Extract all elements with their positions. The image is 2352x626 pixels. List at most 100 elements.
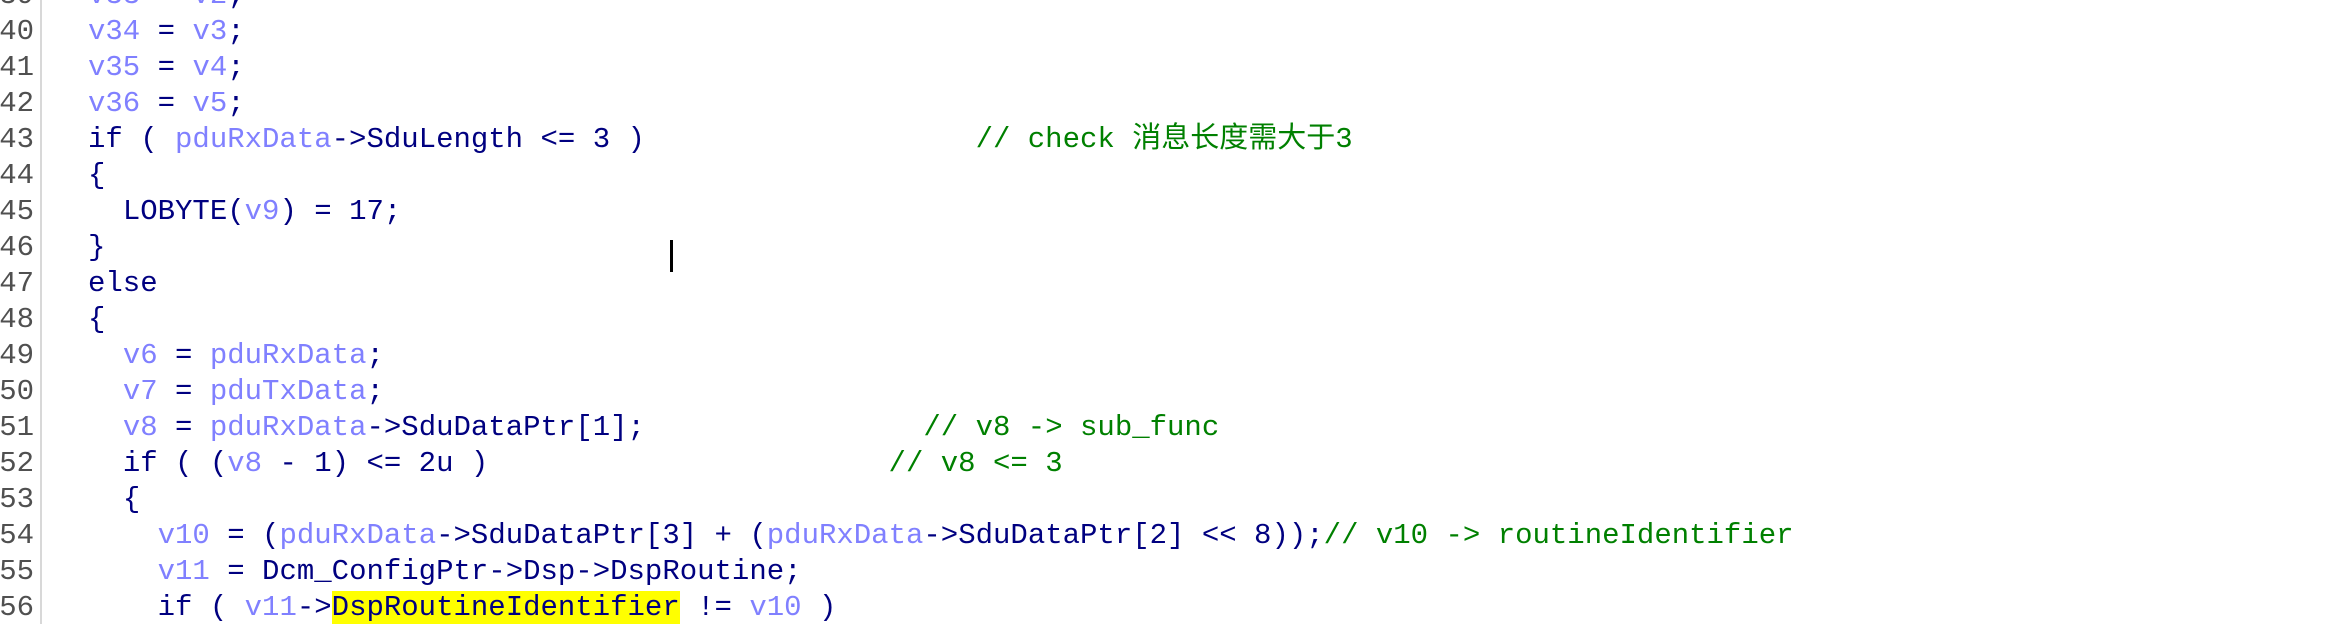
code-line[interactable]: 39 v33 = v2; <box>0 0 2352 14</box>
line-number: 47 <box>0 267 34 300</box>
code-line[interactable]: 40 v34 = v3; <box>0 14 2352 50</box>
code-token: v11 <box>244 591 297 624</box>
code-text: LOBYTE(v9) = 17; <box>88 194 401 230</box>
code-token: = <box>140 0 192 12</box>
line-number: 45 <box>0 195 34 228</box>
code-token: v34 <box>88 15 141 48</box>
code-token: ; <box>227 87 245 120</box>
code-token: v33 <box>88 0 140 12</box>
code-text: v10 = (pduRxData->SduDataPtr[3] + (pduRx… <box>88 518 1794 554</box>
code-token: v8 <box>122 411 158 444</box>
code-text: if ( v11->DspRoutineIdentifier != v10 ) <box>88 590 836 626</box>
code-line[interactable]: 48 { <box>0 302 2352 338</box>
code-text: { <box>88 482 140 518</box>
line-number: 53 <box>0 483 34 516</box>
code-token: ->SduDataPtr[2] << 8)); <box>923 519 1324 552</box>
line-number: 43 <box>0 123 34 156</box>
line-number: 49 <box>0 339 34 372</box>
line-number: 48 <box>0 303 34 336</box>
line-number: 56 <box>0 591 34 624</box>
line-number: 50 <box>0 375 34 408</box>
code-line[interactable]: 49 v6 = pduRxData; <box>0 338 2352 374</box>
code-token: v3 <box>192 15 228 48</box>
code-line[interactable]: 42 v36 = v5; <box>0 86 2352 122</box>
code-token: v5 <box>192 87 228 120</box>
code-token: if ( <box>157 591 245 624</box>
code-token: v10 <box>157 519 210 552</box>
line-number: 52 <box>0 447 34 480</box>
line-number: 39 <box>0 0 34 14</box>
code-token: = <box>140 87 193 120</box>
code-token: if ( ( <box>122 447 228 480</box>
line-number: 51 <box>0 411 34 444</box>
code-token: pduRxData <box>209 339 367 372</box>
code-text: v33 = v2; <box>88 0 245 14</box>
code-token: v4 <box>192 51 228 84</box>
code-token: = ( <box>209 519 280 552</box>
code-token: { <box>88 159 106 192</box>
code-token: ; <box>227 0 244 12</box>
code-token: pduRxData <box>279 519 437 552</box>
code-text: v7 = pduTxData; <box>88 374 384 410</box>
code-token: pduTxData <box>209 375 367 408</box>
code-line[interactable]: 45 LOBYTE(v9) = 17; <box>0 194 2352 230</box>
code-token: pduRxData <box>175 123 332 156</box>
code-token: != <box>679 591 750 624</box>
code-line[interactable]: 43 if ( pduRxData->SduLength <= 3 ) // ch… <box>0 122 2352 158</box>
code-line[interactable]: 50 v7 = pduTxData; <box>0 374 2352 410</box>
line-number: 42 <box>0 87 34 120</box>
code-line[interactable]: 52 if ( (v8 - 1) <= 2u ) // v8 <= 3 <box>0 446 2352 482</box>
code-token: v35 <box>88 51 141 84</box>
code-line[interactable]: 53 { <box>0 482 2352 518</box>
code-text: { <box>88 158 105 194</box>
code-token: LOBYTE( <box>122 195 245 228</box>
code-line[interactable]: 44 { <box>0 158 2352 194</box>
code-line[interactable]: 46} <box>0 230 2352 266</box>
code-line[interactable]: 47 else <box>0 266 2352 302</box>
line-number: 46 <box>0 231 34 264</box>
code-token: v6 <box>122 339 158 372</box>
code-text: v36 = v5; <box>88 86 245 122</box>
code-comment: // check 消息长度需大于3 <box>644 123 1353 156</box>
code-line[interactable]: 56 if ( v11->DspRoutineIdentifier != v10… <box>0 590 2352 626</box>
code-token: ) = 17; <box>279 195 402 228</box>
line-number: 54 <box>0 519 34 552</box>
code-token: if ( <box>88 123 176 156</box>
code-text: v11 = Dcm_ConfigPtr->Dsp->DspRoutine; <box>88 554 802 590</box>
code-text: if ( pduRxData->SduLength <= 3 ) // chec… <box>88 122 1353 158</box>
code-token: v11 <box>157 555 210 588</box>
line-number: 55 <box>0 555 34 588</box>
highlighted-identifier: DspRoutineIdentifier <box>331 591 680 624</box>
code-text: v34 = v3; <box>88 14 245 50</box>
code-text: { <box>88 302 105 338</box>
code-token: v36 <box>88 87 141 120</box>
code-token: ; <box>366 339 384 372</box>
code-comment: // v8 -> sub_func <box>644 411 1220 444</box>
line-number: 41 <box>0 51 34 84</box>
code-token: ; <box>227 15 245 48</box>
code-line[interactable]: 51 v8 = pduRxData->SduDataPtr[1]; // v8 … <box>0 410 2352 446</box>
code-line[interactable]: 54 v10 = (pduRxData->SduDataPtr[3] + (pd… <box>0 518 2352 554</box>
code-editor[interactable]: 39 v33 = v2; 40 v34 = v3; 41 v35 = v4; 42 v36 =… <box>0 0 2352 624</box>
code-token: = Dcm_ConfigPtr->Dsp->DspRoutine; <box>209 555 802 588</box>
code-line[interactable]: 55 v11 = Dcm_ConfigPtr->Dsp->DspRoutine; <box>0 554 2352 590</box>
code-token: else <box>88 267 158 300</box>
code-token: - 1) <= 2u ) <box>262 447 489 480</box>
code-text: v6 = pduRxData; <box>88 338 384 374</box>
code-token: ; <box>366 375 384 408</box>
code-token: ) <box>801 591 837 624</box>
code-token: v8 <box>227 447 263 480</box>
code-token: { <box>122 483 141 516</box>
code-text: v8 = pduRxData->SduDataPtr[1]; // v8 -> … <box>88 410 1219 446</box>
code-line[interactable]: 41 v35 = v4; <box>0 50 2352 86</box>
code-token: ->SduDataPtr[1]; <box>366 411 645 444</box>
code-token: ->SduDataPtr[3] + ( <box>436 519 767 552</box>
code-text: else <box>88 266 158 302</box>
